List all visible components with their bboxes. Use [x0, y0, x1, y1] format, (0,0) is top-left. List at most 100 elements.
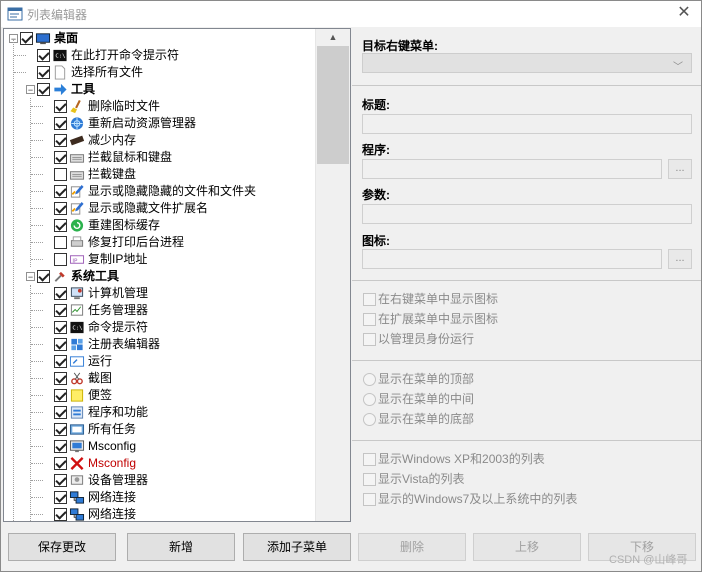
tree-node[interactable]: 减少内存 — [4, 132, 314, 149]
tree-connector — [30, 285, 31, 521]
checked-checkbox[interactable] — [37, 66, 50, 79]
tree-node[interactable]: − 桌面 — [4, 30, 314, 47]
tree-node[interactable]: 显示或隐藏隐藏的文件和文件夹 — [4, 183, 314, 200]
unchecked-checkbox[interactable] — [54, 168, 67, 181]
checked-checkbox[interactable] — [54, 304, 67, 317]
checked-checkbox[interactable] — [54, 423, 67, 436]
checked-checkbox[interactable] — [54, 338, 67, 351]
tree-node[interactable]: Msconfig — [4, 438, 314, 455]
collapse-icon[interactable]: − — [26, 85, 35, 95]
checked-checkbox[interactable] — [54, 321, 67, 334]
target-menu-select[interactable]: ﹀ — [362, 53, 692, 73]
tree-scrollbar[interactable]: ▲ — [315, 29, 350, 521]
tree-node[interactable]: IP 复制IP地址 — [4, 251, 314, 268]
keyboard-icon — [69, 171, 85, 180]
unchecked-checkbox[interactable] — [54, 236, 67, 249]
tree-node[interactable]: 选择所有文件 — [4, 64, 314, 81]
tree-connector — [31, 395, 43, 396]
tree-node[interactable]: 拦截鼠标和键盘 — [4, 149, 314, 166]
tree-node[interactable]: 设备管理器 — [4, 472, 314, 489]
tree-node[interactable]: 程序和功能 — [4, 404, 314, 421]
tree-connector — [31, 344, 43, 345]
add-submenu-button[interactable]: 添加子菜单 — [243, 533, 351, 561]
tree-node-label: 工具 — [71, 82, 96, 96]
tree-node[interactable]: C:\ 在此打开命令提示符 — [4, 47, 314, 64]
scroll-thumb[interactable] — [317, 46, 349, 164]
tree-node[interactable]: 删除临时文件 — [4, 98, 314, 115]
refresh-icon — [70, 219, 84, 232]
checked-checkbox[interactable] — [20, 32, 33, 45]
tree-node[interactable]: 任务管理器 — [4, 302, 314, 319]
checked-checkbox[interactable] — [54, 457, 67, 470]
tree-node-label: 运行 — [88, 354, 113, 368]
checked-checkbox[interactable] — [54, 202, 67, 215]
divider — [352, 360, 701, 361]
tree-node[interactable]: − 系统工具 — [4, 268, 314, 285]
pen-icon — [70, 201, 84, 215]
tree-connector — [31, 412, 43, 413]
menu-tree[interactable]: − 桌面 C:\ 在此打开命令提示符 选择所有文件 − 工具删除临时文件重新启动资源管理器减… — [3, 28, 351, 522]
tree-node-label: 显示或隐藏文件扩展名 — [88, 201, 209, 215]
scroll-up-icon[interactable]: ▲ — [316, 29, 350, 46]
tree-node[interactable]: 重新启动资源管理器 — [4, 115, 314, 132]
checked-checkbox[interactable] — [54, 355, 67, 368]
checked-checkbox[interactable] — [54, 219, 67, 232]
regedit-icon — [71, 338, 83, 351]
checked-checkbox[interactable] — [54, 100, 67, 113]
tree-node[interactable]: 显示或隐藏文件扩展名 — [4, 200, 314, 217]
tree-node[interactable]: 截图 — [4, 370, 314, 387]
close-icon[interactable]: ✕ — [667, 1, 701, 27]
tree-node-label: 重新启动资源管理器 — [88, 116, 197, 130]
tree-node[interactable]: − 工具 — [4, 81, 314, 98]
red-x-icon — [70, 457, 84, 470]
save-button[interactable]: 保存更改 — [8, 533, 116, 561]
checked-checkbox[interactable] — [54, 372, 67, 385]
checked-checkbox[interactable] — [54, 287, 67, 300]
tree-node[interactable]: 修复打印后台进程 — [4, 234, 314, 251]
add-button[interactable]: 新增 — [127, 533, 235, 561]
checked-checkbox[interactable] — [54, 389, 67, 402]
checked-checkbox[interactable] — [54, 185, 67, 198]
list-editor-window: 列表编辑器 ✕ − 桌面 C:\ 在此打开命令提示符 选择所有文件 − 工具 删除临时文件 重新… — [0, 0, 702, 572]
collapse-icon[interactable]: − — [26, 272, 35, 282]
delete-button[interactable]: 删除 — [358, 533, 466, 561]
checked-checkbox[interactable] — [54, 134, 67, 147]
tree-node[interactable]: 网络连接 — [4, 489, 314, 506]
checked-checkbox[interactable] — [54, 491, 67, 504]
tree-node[interactable]: 计算机管理 — [4, 285, 314, 302]
icon-label: 图标: — [362, 234, 390, 248]
checked-checkbox[interactable] — [54, 406, 67, 419]
unchecked-checkbox[interactable] — [54, 253, 67, 266]
tree-node[interactable]: 所有任务 — [4, 421, 314, 438]
checked-checkbox[interactable] — [37, 49, 50, 62]
move-up-button[interactable]: 上移 — [473, 533, 581, 561]
tree-node[interactable]: 便签 — [4, 387, 314, 404]
tree-node[interactable]: 注册表编辑器 — [4, 336, 314, 353]
icon-browse-button[interactable]: ... — [668, 249, 692, 269]
tree-connector — [31, 293, 43, 294]
tree-node[interactable]: 网络连接 — [4, 506, 314, 521]
checked-checkbox[interactable] — [37, 270, 50, 283]
tree-node[interactable]: C:\ 命令提示符 — [4, 319, 314, 336]
program-input[interactable] — [362, 159, 662, 179]
checked-checkbox[interactable] — [54, 474, 67, 487]
checked-checkbox[interactable] — [54, 117, 67, 130]
checked-checkbox[interactable] — [37, 83, 50, 96]
checked-checkbox[interactable] — [54, 440, 67, 453]
checked-checkbox[interactable] — [54, 151, 67, 164]
tree-node-label: 删除临时文件 — [88, 99, 161, 113]
tree-connector — [31, 259, 43, 260]
tree-node-label: 截图 — [88, 371, 113, 385]
tree-connector — [30, 98, 31, 267]
params-input[interactable] — [362, 204, 692, 224]
tree-connector — [31, 361, 43, 362]
program-browse-button[interactable]: ... — [668, 159, 692, 179]
title-input[interactable] — [362, 114, 692, 134]
tree-node[interactable]: Msconfig — [4, 455, 314, 472]
cmd-icon: C:\ — [70, 321, 84, 334]
checked-checkbox[interactable] — [54, 508, 67, 521]
tree-node[interactable]: 运行 — [4, 353, 314, 370]
icon-input[interactable] — [362, 249, 662, 269]
tree-node[interactable]: 拦截键盘 — [4, 166, 314, 183]
tree-node[interactable]: 重建图标缓存 — [4, 217, 314, 234]
